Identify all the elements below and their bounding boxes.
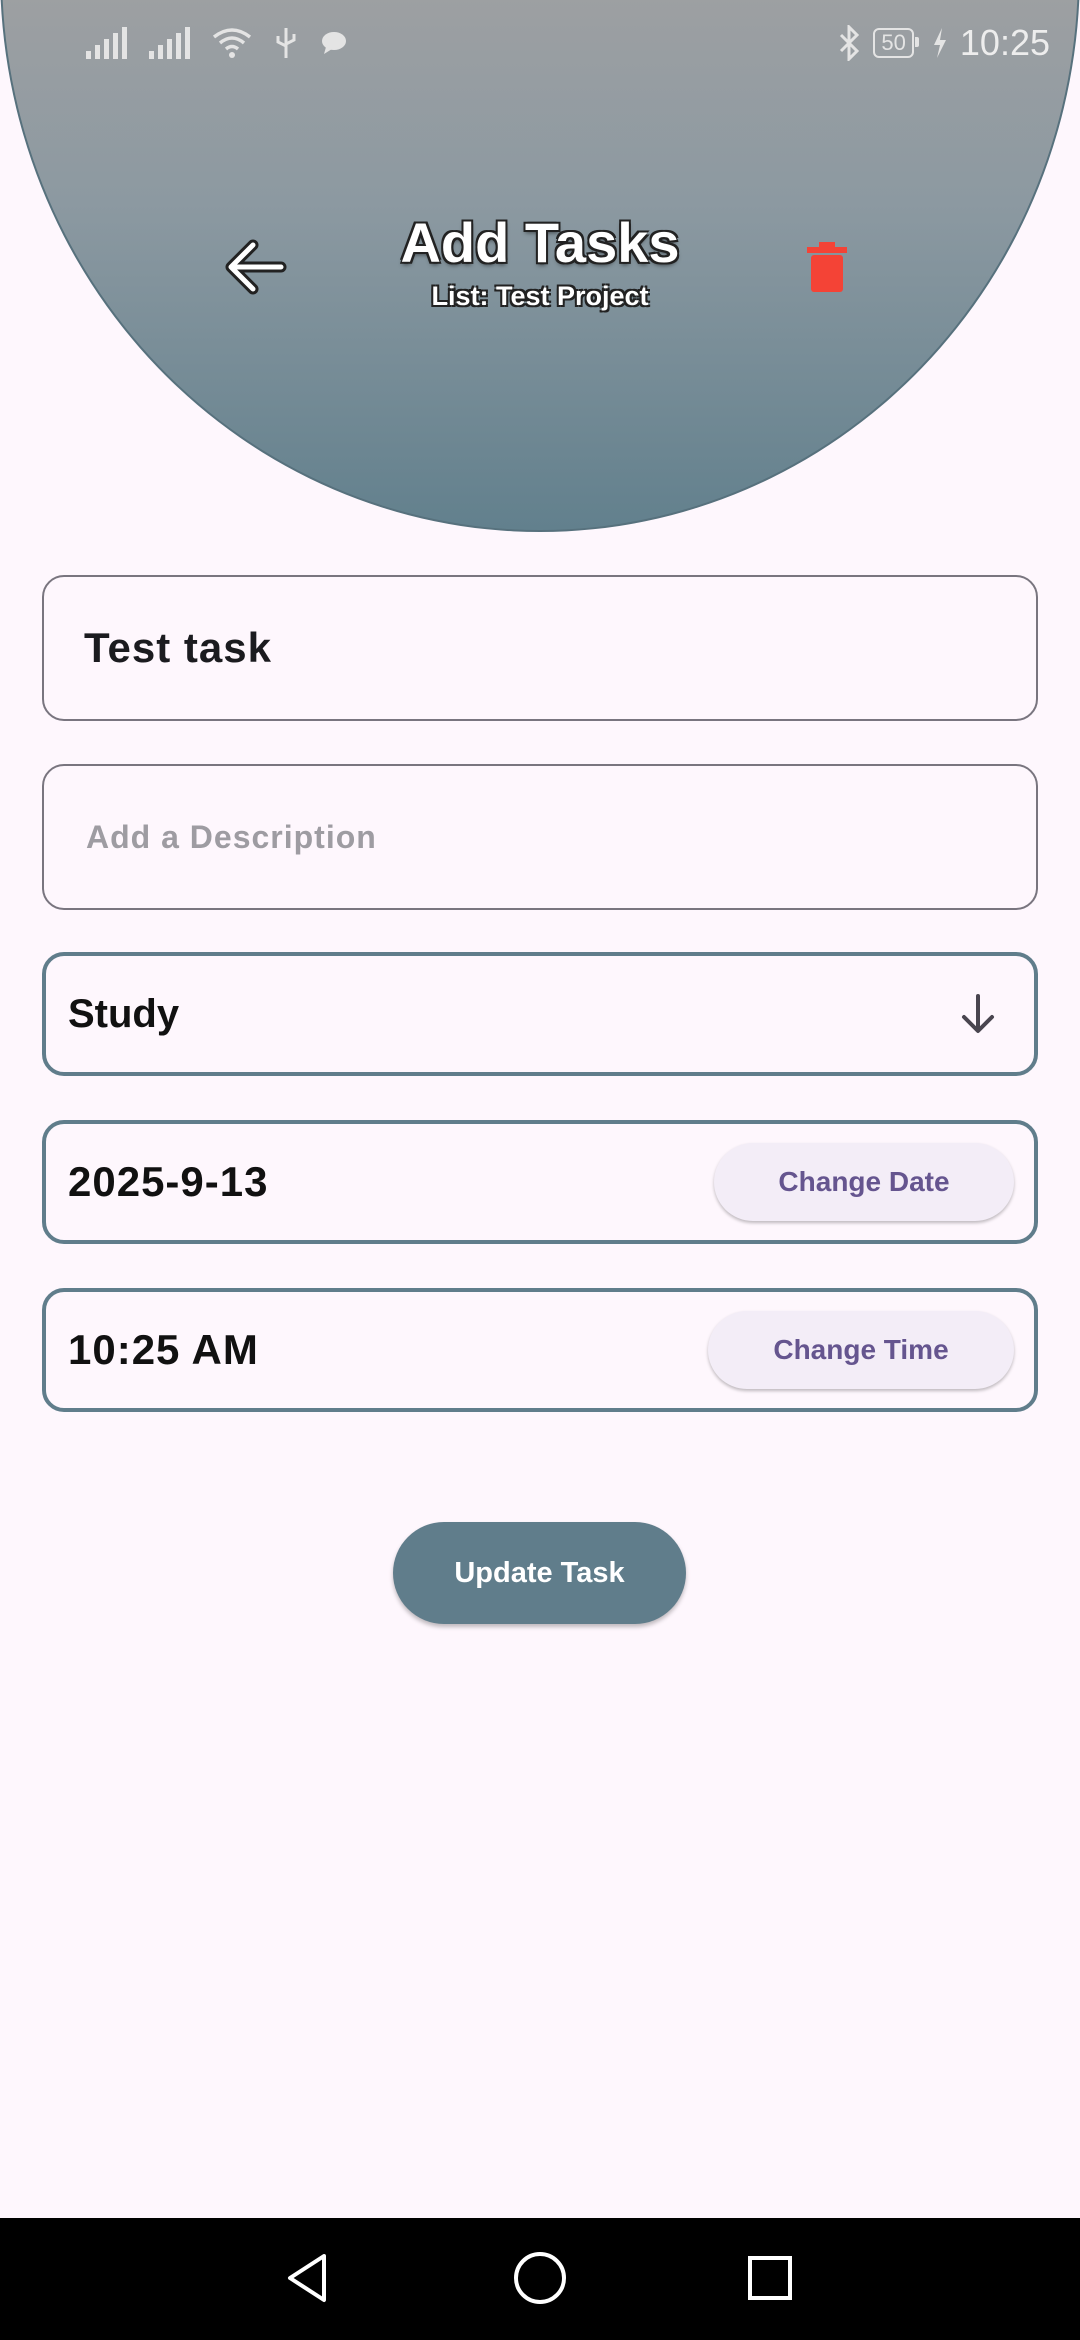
wifi-icon	[212, 28, 252, 58]
header-title-block: Add Tasks List: Test Project	[340, 210, 740, 314]
bluetooth-icon	[840, 25, 860, 61]
usb-icon	[276, 28, 296, 58]
battery-indicator: 50	[873, 28, 920, 58]
message-icon	[322, 32, 346, 54]
system-nav-bar	[0, 2218, 1080, 2340]
date-row: 2025-9-13 Change Date	[42, 1120, 1038, 1244]
time-row: 10:25 AM Change Time	[42, 1288, 1038, 1412]
triangle-back-icon	[288, 2254, 326, 2302]
description-field[interactable]	[42, 764, 1038, 910]
task-name-field[interactable]: Test task	[42, 575, 1038, 721]
category-dropdown[interactable]: Study	[42, 952, 1038, 1076]
task-name-value: Test task	[84, 624, 272, 671]
status-bar: 50 10:25	[0, 0, 1080, 90]
clock: 10:25	[959, 22, 1050, 63]
trash-icon	[807, 242, 847, 292]
list-subtitle: List: Test Project	[431, 281, 649, 311]
description-input[interactable]	[84, 817, 988, 857]
arrow-left-icon	[225, 239, 287, 295]
arrow-down-icon	[962, 994, 994, 1033]
date-value: 2025-9-13	[68, 1158, 269, 1205]
nav-recents-button[interactable]	[738, 2246, 802, 2310]
status-icons-left	[86, 26, 348, 60]
update-task-button[interactable]: Update Task	[393, 1522, 686, 1624]
change-date-button[interactable]: Change Date	[714, 1143, 1014, 1221]
signal-2-icon	[149, 27, 190, 59]
change-time-button[interactable]: Change Time	[708, 1311, 1014, 1389]
screen: 50 10:25 Add Tasks List: Test Project Te…	[0, 0, 1080, 2340]
delete-button[interactable]	[800, 236, 854, 298]
charging-icon	[933, 28, 946, 58]
nav-back-button[interactable]	[276, 2246, 340, 2310]
back-button[interactable]	[220, 236, 290, 298]
nav-home-button[interactable]	[508, 2246, 572, 2310]
signal-1-icon	[86, 27, 127, 59]
time-value: 10:25 AM	[68, 1326, 259, 1373]
category-selected: Study	[68, 991, 180, 1036]
square-recents-icon	[748, 2256, 792, 2300]
page-title: Add Tasks	[400, 211, 680, 274]
circle-home-icon	[514, 2252, 566, 2304]
status-icons-right: 50 10:25	[837, 22, 1050, 64]
